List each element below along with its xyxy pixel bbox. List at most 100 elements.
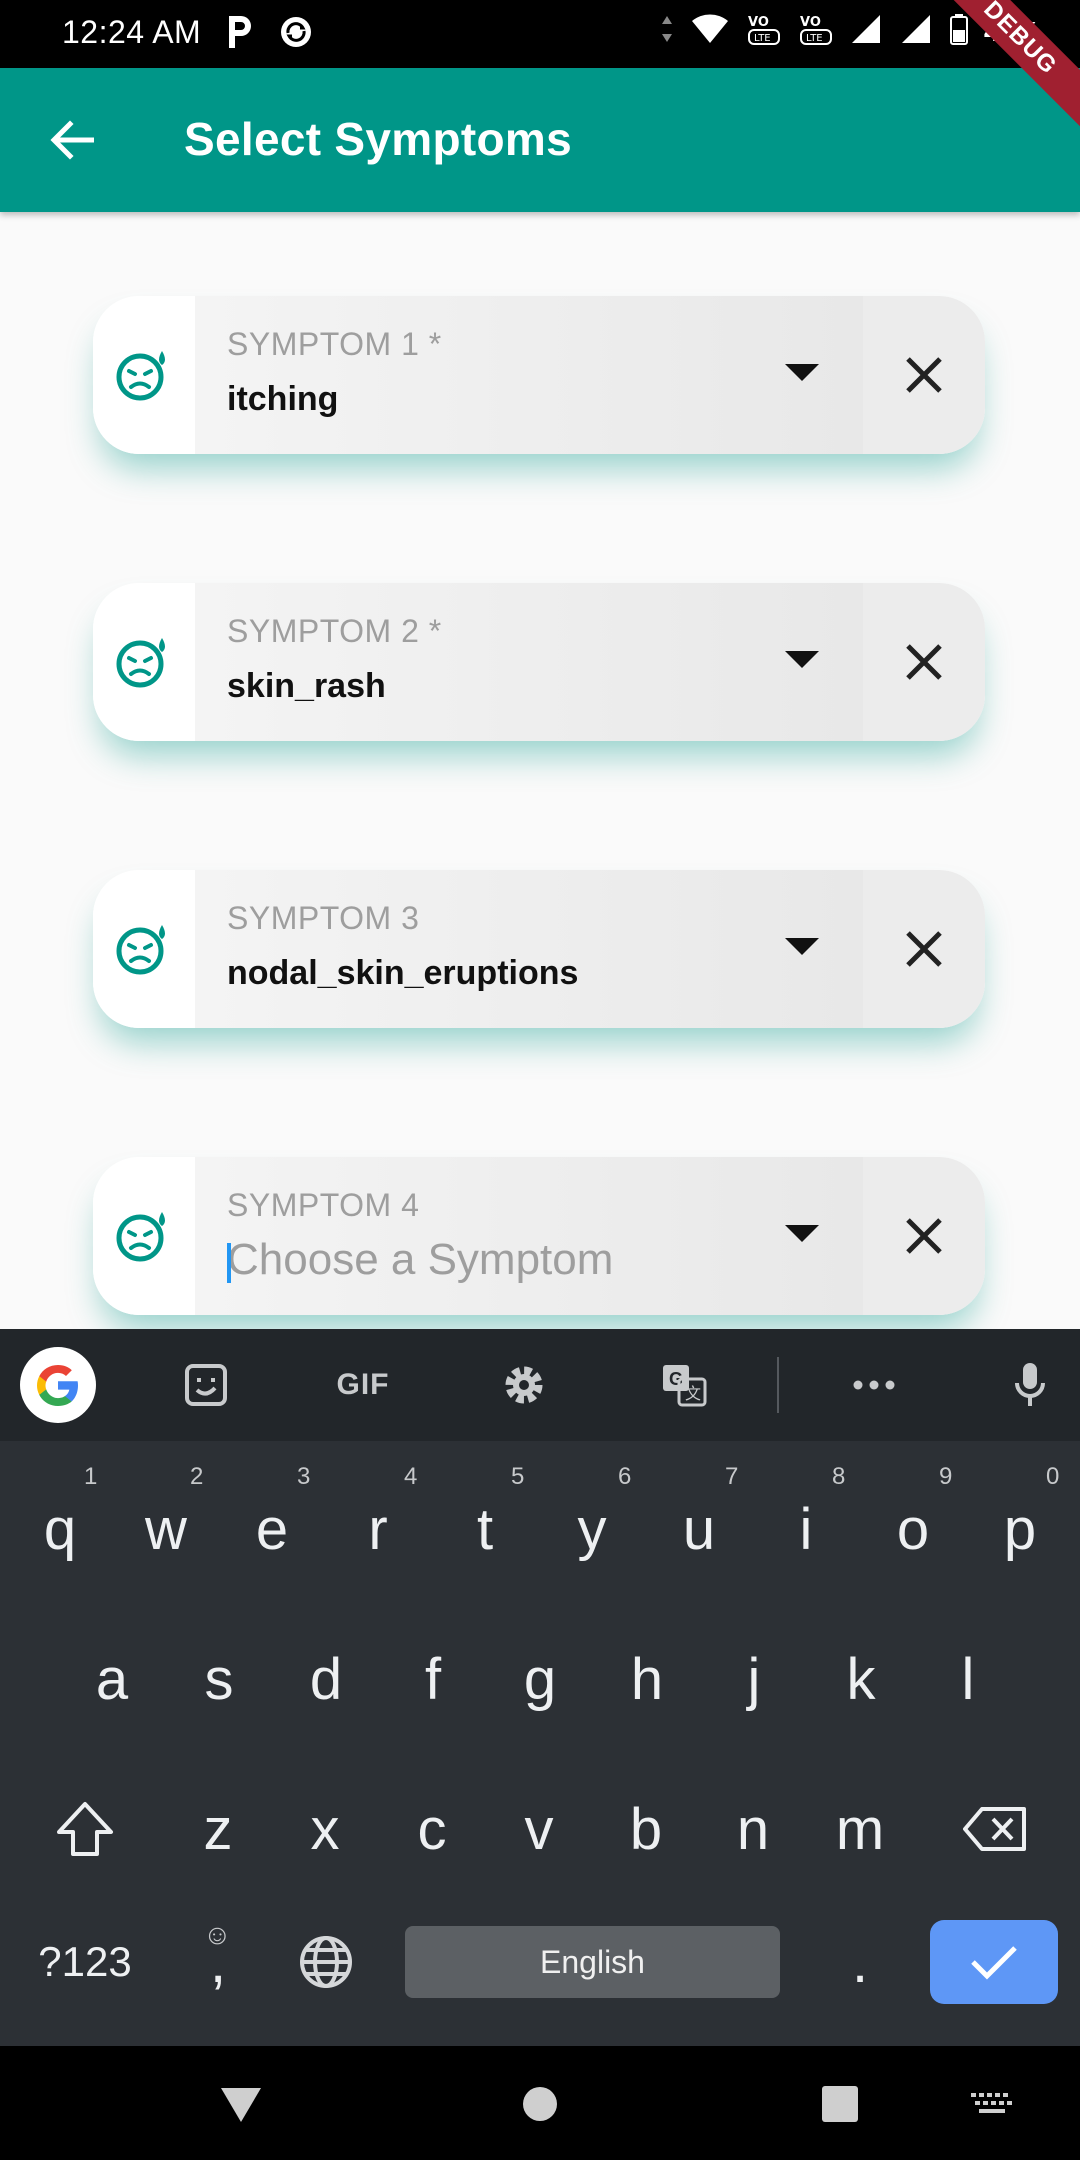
signal-2-icon <box>900 13 934 50</box>
close-icon <box>906 1218 942 1254</box>
key-a[interactable]: a <box>72 1619 152 1739</box>
arrow-back-icon <box>50 120 94 160</box>
key-x[interactable]: x <box>285 1769 365 1889</box>
key-hint-1: 1 <box>84 1463 98 1490</box>
enter-key[interactable] <box>930 1920 1058 2004</box>
text-cursor <box>227 1243 231 1283</box>
page-title: Select Symptoms <box>184 113 572 165</box>
symptom-card-1: SYMPTOM 1 * itching <box>93 296 985 454</box>
key-v[interactable]: v <box>499 1769 579 1889</box>
volte-1-icon: VO LTE <box>746 12 782 51</box>
close-icon <box>906 931 942 967</box>
volte-2-icon: VO LTE <box>798 12 834 51</box>
sick-face-icon <box>93 296 195 454</box>
svg-text:文: 文 <box>685 1384 701 1403</box>
more-icon[interactable] <box>846 1355 902 1415</box>
key-j[interactable]: j <box>714 1619 794 1739</box>
key-z[interactable]: z <box>178 1769 258 1889</box>
recents-square-icon <box>822 2086 858 2122</box>
remove-symptom-button-4[interactable] <box>863 1157 985 1315</box>
shift-key[interactable] <box>40 1769 130 1889</box>
remove-symptom-button-1[interactable] <box>863 296 985 454</box>
soft-keyboard: GIF G文 q 1 w 2 e 3 r 4 t 5 y 6 u 7 i 8 o… <box>0 1329 1080 2046</box>
key-f[interactable]: f <box>393 1619 473 1739</box>
remove-symptom-button-3[interactable] <box>863 870 985 1028</box>
navigation-bar <box>0 2046 1080 2160</box>
close-icon <box>906 644 942 680</box>
symptom-dropdown-3[interactable]: SYMPTOM 3 nodal_skin_eruptions <box>195 870 863 1028</box>
nav-home-button[interactable] <box>510 2074 570 2134</box>
key-hint-4: 4 <box>404 1463 418 1490</box>
symptom-dropdown-2[interactable]: SYMPTOM 2 * skin_rash <box>195 583 863 741</box>
key-c[interactable]: c <box>392 1769 472 1889</box>
status-bar: 12:24 AM VOLTE VOLTE 44% DEBUG <box>0 0 1080 137</box>
home-circle-icon <box>523 2087 557 2121</box>
sticker-icon[interactable] <box>178 1355 234 1415</box>
key-l[interactable]: l <box>928 1619 1008 1739</box>
keyboard-toolbar: GIF G文 <box>0 1329 1080 1441</box>
key-s[interactable]: s <box>179 1619 259 1739</box>
sync-icon <box>279 15 313 54</box>
key-d[interactable]: d <box>286 1619 366 1739</box>
symptom-card-4: SYMPTOM 4 Choose a Symptom <box>93 1157 985 1315</box>
globe-icon <box>300 1936 352 1988</box>
period-key[interactable]: . <box>820 1914 900 2010</box>
symbols-key[interactable]: ?123 <box>20 1914 150 2010</box>
key-hint-2: 2 <box>190 1463 204 1490</box>
settings-icon[interactable] <box>496 1355 552 1415</box>
key-b[interactable]: b <box>606 1769 686 1889</box>
status-time: 12:24 AM <box>62 14 202 50</box>
symptom-dropdown-4[interactable]: SYMPTOM 4 Choose a Symptom <box>195 1157 863 1315</box>
svg-text:VO: VO <box>748 15 769 30</box>
space-key[interactable]: English <box>405 1926 780 1998</box>
key-h[interactable]: h <box>607 1619 687 1739</box>
google-icon[interactable] <box>20 1347 96 1423</box>
dropdown-arrow-icon[interactable] <box>785 938 819 955</box>
dropdown-arrow-icon[interactable] <box>785 651 819 668</box>
backspace-key[interactable] <box>950 1769 1040 1889</box>
key-hint-8: 8 <box>832 1463 846 1490</box>
gif-button[interactable]: GIF <box>325 1355 401 1415</box>
parking-icon <box>225 14 255 55</box>
key-g[interactable]: g <box>500 1619 580 1739</box>
key-hint-5: 5 <box>511 1463 525 1490</box>
sick-face-icon <box>93 583 195 741</box>
shift-icon <box>57 1802 113 1856</box>
app-bar: Select Symptoms <box>0 68 1080 212</box>
symptom-dropdown-1[interactable]: SYMPTOM 1 * itching <box>195 296 863 454</box>
symptom-input-4[interactable]: Choose a Symptom <box>227 1235 613 1285</box>
battery-icon <box>949 13 968 50</box>
symptom-label-2: SYMPTOM 2 * <box>227 613 442 649</box>
nav-keyboard-button[interactable] <box>962 2074 1022 2134</box>
sick-face-icon <box>93 1157 195 1315</box>
back-triangle-icon <box>221 2088 261 2122</box>
nav-back-button[interactable] <box>211 2074 271 2134</box>
symptom-card-3: SYMPTOM 3 nodal_skin_eruptions <box>93 870 985 1028</box>
translate-icon[interactable]: G文 <box>656 1355 712 1415</box>
symptom-label-3: SYMPTOM 3 <box>227 900 420 936</box>
signal-1-icon <box>850 13 884 50</box>
keyboard-switch-icon <box>971 2093 1012 2113</box>
nav-recents-button[interactable] <box>810 2074 870 2134</box>
mic-icon[interactable] <box>1002 1355 1058 1415</box>
checkmark-icon <box>971 1946 1017 1980</box>
key-hint-9: 9 <box>939 1463 953 1490</box>
key-hint-6: 6 <box>618 1463 632 1490</box>
backspace-icon <box>963 1807 1026 1851</box>
key-k[interactable]: k <box>821 1619 901 1739</box>
close-icon <box>906 357 942 393</box>
symptom-card-2: SYMPTOM 2 * skin_rash <box>93 583 985 741</box>
key-n[interactable]: n <box>713 1769 793 1889</box>
toolbar-divider <box>777 1357 779 1413</box>
remove-symptom-button-2[interactable] <box>863 583 985 741</box>
key-hint-3: 3 <box>297 1463 311 1490</box>
key-hint-7: 7 <box>725 1463 739 1490</box>
dropdown-arrow-icon[interactable] <box>785 1225 819 1242</box>
sick-face-icon <box>93 870 195 1028</box>
emoji-hint-icon: ☺ <box>203 1919 232 1950</box>
dropdown-arrow-icon[interactable] <box>785 364 819 381</box>
back-button[interactable] <box>42 110 102 170</box>
language-key[interactable] <box>286 1914 366 2010</box>
svg-text:LTE: LTE <box>806 33 823 44</box>
key-m[interactable]: m <box>820 1769 900 1889</box>
